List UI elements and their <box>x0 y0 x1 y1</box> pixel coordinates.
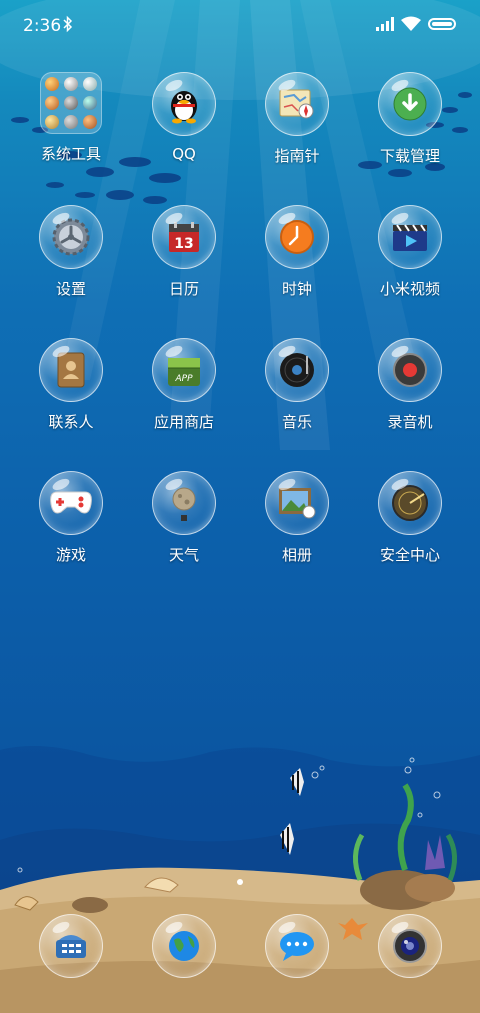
gamepad-icon <box>39 471 103 535</box>
page-indicator <box>0 870 480 889</box>
clock-icon <box>265 205 329 269</box>
app-label: 时钟 <box>281 280 312 298</box>
phone-icon <box>39 914 103 978</box>
app-gallery[interactable]: 相册 <box>242 471 352 591</box>
status-time: 2:36 <box>23 16 62 36</box>
app-label: 日历 <box>168 280 199 298</box>
page-dot-active <box>237 879 243 885</box>
weather-moon-icon <box>152 471 216 535</box>
compass-icon <box>265 72 329 136</box>
app-label: 音乐 <box>281 413 312 431</box>
app-compass[interactable]: 指南针 <box>242 72 352 192</box>
qq-penguin-icon <box>152 72 216 136</box>
app-recorder[interactable]: 录音机 <box>355 338 465 458</box>
gear-icon <box>39 205 103 269</box>
app-label: 联系人 <box>48 413 94 431</box>
calendar-icon: 13 <box>152 205 216 269</box>
dock-browser[interactable] <box>129 914 239 984</box>
app-mi-video[interactable]: 小米视频 <box>355 205 465 325</box>
bluetooth-icon <box>63 15 73 33</box>
app-label: 天气 <box>168 546 199 564</box>
app-security-center[interactable]: 安全中心 <box>355 471 465 591</box>
app-clock[interactable]: 时钟 <box>242 205 352 325</box>
calendar-date: 13 <box>174 236 193 252</box>
dock-phone[interactable] <box>16 914 126 984</box>
recorder-icon <box>378 338 442 402</box>
app-label: 安全中心 <box>379 546 440 564</box>
app-download-manager[interactable]: 下载管理 <box>355 72 465 192</box>
app-weather[interactable]: 天气 <box>129 471 239 591</box>
status-bar: 2:36 <box>0 0 480 52</box>
app-label: 设置 <box>55 280 86 298</box>
app-label: 系统工具 <box>40 145 101 163</box>
radar-icon <box>378 471 442 535</box>
wifi-icon <box>401 16 421 31</box>
app-label: 游戏 <box>55 546 86 564</box>
app-contacts[interactable]: 联系人 <box>16 338 126 458</box>
camera-icon <box>378 914 442 978</box>
app-store-icon: APP <box>152 338 216 402</box>
app-label: 录音机 <box>387 413 433 431</box>
app-games[interactable]: 游戏 <box>16 471 126 591</box>
app-label: 应用商店 <box>153 413 214 431</box>
signal-icon <box>376 17 394 31</box>
app-qq[interactable]: QQ <box>129 72 239 192</box>
music-disc-icon <box>265 338 329 402</box>
photo-album-icon <box>265 471 329 535</box>
browser-globe-icon <box>152 914 216 978</box>
store-badge: APP <box>174 374 193 384</box>
app-label: QQ <box>172 145 196 163</box>
folder-icon <box>40 72 102 134</box>
app-label: 相册 <box>281 546 312 564</box>
app-calendar[interactable]: 13 日历 <box>129 205 239 325</box>
app-label: 下载管理 <box>379 147 440 165</box>
contacts-book-icon <box>39 338 103 402</box>
app-label: 指南针 <box>274 147 320 165</box>
app-store[interactable]: APP 应用商店 <box>129 338 239 458</box>
app-system-tools[interactable]: 系统工具 <box>16 72 126 192</box>
app-music[interactable]: 音乐 <box>242 338 352 458</box>
download-icon <box>378 72 442 136</box>
dock-messages[interactable] <box>242 914 352 984</box>
clapperboard-icon <box>378 205 442 269</box>
messages-icon <box>265 914 329 978</box>
battery-icon <box>428 18 456 30</box>
dock-camera[interactable] <box>355 914 465 984</box>
app-label: 小米视频 <box>379 280 440 298</box>
app-settings[interactable]: 设置 <box>16 205 126 325</box>
